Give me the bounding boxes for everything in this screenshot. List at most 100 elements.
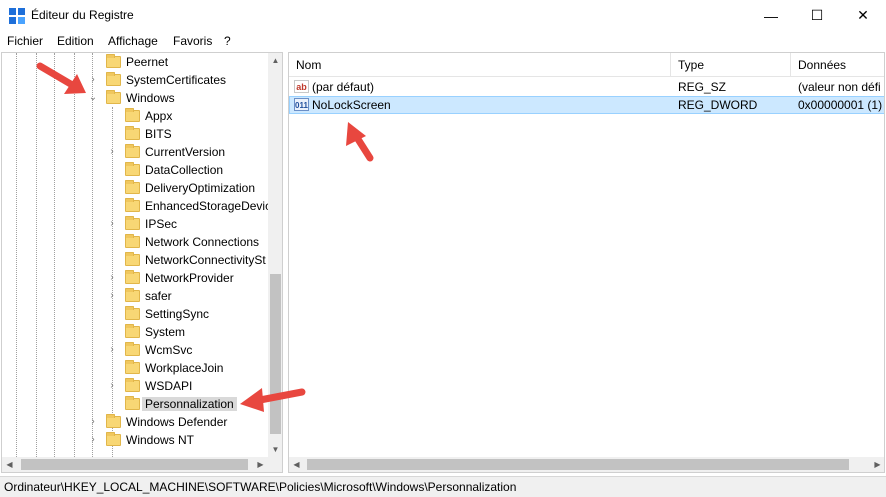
- scrollbar-thumb[interactable]: [307, 459, 849, 470]
- menu-affichage[interactable]: Affichage: [108, 34, 158, 48]
- folder-icon: [106, 432, 121, 446]
- tree-item-bits[interactable]: BITS: [2, 125, 268, 143]
- tree-item-system[interactable]: System: [2, 323, 268, 341]
- tree-item-windows-nt[interactable]: › Windows NT: [2, 431, 268, 449]
- tree-item-ipsec[interactable]: › IPSec: [2, 215, 268, 233]
- close-button[interactable]: ✕: [840, 0, 886, 31]
- tree-horizontal-scrollbar[interactable]: ◀ ▶: [2, 457, 268, 472]
- scroll-right-icon[interactable]: ▶: [870, 457, 884, 472]
- tree-item-label: IPSec: [145, 217, 178, 231]
- folder-icon: [125, 306, 140, 320]
- tree-item-wsdapi[interactable]: › WSDAPI: [2, 377, 268, 395]
- tree-item-label: Windows NT: [126, 433, 195, 447]
- menu-favoris[interactable]: Favoris: [173, 34, 212, 48]
- scroll-right-icon[interactable]: ▶: [253, 457, 268, 472]
- regedit-icon: [9, 8, 25, 24]
- maximize-button[interactable]: ☐: [794, 0, 840, 31]
- tree-item-currentversion[interactable]: › CurrentVersion: [2, 143, 268, 161]
- value-row-nolockscreen[interactable]: 011 NoLockScreen REG_DWORD 0x00000001 (1…: [289, 96, 884, 114]
- folder-icon: [106, 90, 121, 104]
- registry-values-pane: Nom Type Données ab (par défaut) REG_SZ …: [288, 52, 885, 473]
- window-title: Éditeur du Registre: [31, 8, 134, 22]
- tree-item-label: WorkplaceJoin: [145, 361, 224, 375]
- tree-item-label: Personnalization: [142, 397, 237, 411]
- folder-icon: [125, 252, 140, 266]
- tree-item-label: WcmSvc: [145, 343, 193, 357]
- expand-arrow-icon[interactable]: ›: [107, 290, 117, 302]
- tree-item-safer[interactable]: › safer: [2, 287, 268, 305]
- folder-icon: [106, 54, 121, 68]
- expand-arrow-icon: [107, 164, 117, 176]
- value-name: (par défaut): [312, 80, 375, 94]
- tree-item-label: safer: [145, 289, 172, 303]
- maximize-icon: ☐: [810, 7, 824, 23]
- expand-arrow-icon: [107, 254, 117, 266]
- value-type: REG_DWORD: [678, 98, 758, 112]
- registry-tree[interactable]: Peernet › SystemCertificates ⌄ Windows Appx BI…: [2, 53, 268, 457]
- folder-icon: [125, 378, 140, 392]
- expand-arrow-icon[interactable]: ›: [107, 344, 117, 356]
- tree-item-enhancedstoragedevic[interactable]: EnhancedStorageDevic: [2, 197, 268, 215]
- tree-item-deliveryoptimization[interactable]: DeliveryOptimization: [2, 179, 268, 197]
- tree-item-settingsync[interactable]: SettingSync: [2, 305, 268, 323]
- value-type: REG_SZ: [678, 80, 727, 94]
- scroll-left-icon[interactable]: ◀: [2, 457, 17, 472]
- column-header-name[interactable]: Nom: [289, 53, 671, 77]
- folder-icon: [106, 72, 121, 86]
- folder-icon: [125, 108, 140, 122]
- registry-path: Ordinateur\HKEY_LOCAL_MACHINE\SOFTWARE\P…: [4, 480, 517, 494]
- expand-arrow-icon[interactable]: ›: [88, 434, 98, 446]
- expand-arrow-icon[interactable]: ›: [107, 272, 117, 284]
- tree-item-windows-defender[interactable]: › Windows Defender: [2, 413, 268, 431]
- tree-item-label: Peernet: [126, 55, 169, 69]
- tree-item-label: CurrentVersion: [145, 145, 226, 159]
- menu-fichier[interactable]: Fichier: [7, 34, 43, 48]
- tree-item-label: WSDAPI: [145, 379, 193, 393]
- value-row-default[interactable]: ab (par défaut) REG_SZ (valeur non défi: [289, 78, 884, 96]
- folder-icon: [125, 396, 140, 410]
- tree-item-wcmsvc[interactable]: › WcmSvc: [2, 341, 268, 359]
- scrollbar-thumb[interactable]: [21, 459, 248, 470]
- folder-icon: [125, 324, 140, 338]
- tree-item-workplacejoin[interactable]: WorkplaceJoin: [2, 359, 268, 377]
- scroll-left-icon[interactable]: ◀: [289, 457, 304, 472]
- column-header-type[interactable]: Type: [671, 53, 791, 77]
- tree-item-appx[interactable]: Appx: [2, 107, 268, 125]
- close-icon: ✕: [857, 7, 869, 23]
- expand-arrow-icon[interactable]: ›: [107, 218, 117, 230]
- tree-item-datacollection[interactable]: DataCollection: [2, 161, 268, 179]
- dword-value-icon: 011: [294, 98, 309, 111]
- tree-item-network-connections[interactable]: Network Connections: [2, 233, 268, 251]
- annotation-arrow-icon: [36, 62, 86, 94]
- scroll-up-icon[interactable]: ▲: [268, 53, 282, 68]
- tree-item-label: DataCollection: [145, 163, 224, 177]
- annotation-arrow-icon: [346, 122, 374, 162]
- expand-arrow-icon[interactable]: ›: [107, 380, 117, 392]
- tree-item-label: DeliveryOptimization: [145, 181, 256, 195]
- title-bar: Éditeur du Registre — ☐ ✕: [0, 0, 886, 31]
- folder-icon: [125, 144, 140, 158]
- value-data: (valeur non défi: [798, 80, 881, 94]
- expand-arrow-icon: [107, 308, 117, 320]
- value-name: NoLockScreen: [312, 98, 391, 112]
- expand-arrow-icon[interactable]: ›: [107, 146, 117, 158]
- string-value-icon: ab: [294, 80, 309, 93]
- minimize-button[interactable]: —: [748, 0, 794, 31]
- folder-icon: [125, 180, 140, 194]
- tree-item-label: System: [145, 325, 186, 339]
- expand-arrow-icon: [107, 128, 117, 140]
- values-horizontal-scrollbar[interactable]: ◀ ▶: [289, 457, 884, 472]
- expand-arrow-icon[interactable]: ›: [88, 416, 98, 428]
- tree-item-networkprovider[interactable]: › NetworkProvider: [2, 269, 268, 287]
- tree-item-label: Windows Defender: [126, 415, 228, 429]
- tree-item-networkconnectivityst[interactable]: NetworkConnectivitySt: [2, 251, 268, 269]
- menu-help[interactable]: ?: [224, 34, 231, 48]
- menu-edition[interactable]: Edition: [57, 34, 94, 48]
- folder-icon: [125, 198, 140, 212]
- scroll-down-icon[interactable]: ▼: [268, 442, 282, 457]
- tree-item-label: SettingSync: [145, 307, 210, 321]
- column-header-data[interactable]: Données: [791, 53, 884, 77]
- folder-icon: [125, 288, 140, 302]
- tree-item-personnalization[interactable]: Personnalization: [2, 395, 268, 413]
- expand-arrow-icon: [107, 362, 117, 374]
